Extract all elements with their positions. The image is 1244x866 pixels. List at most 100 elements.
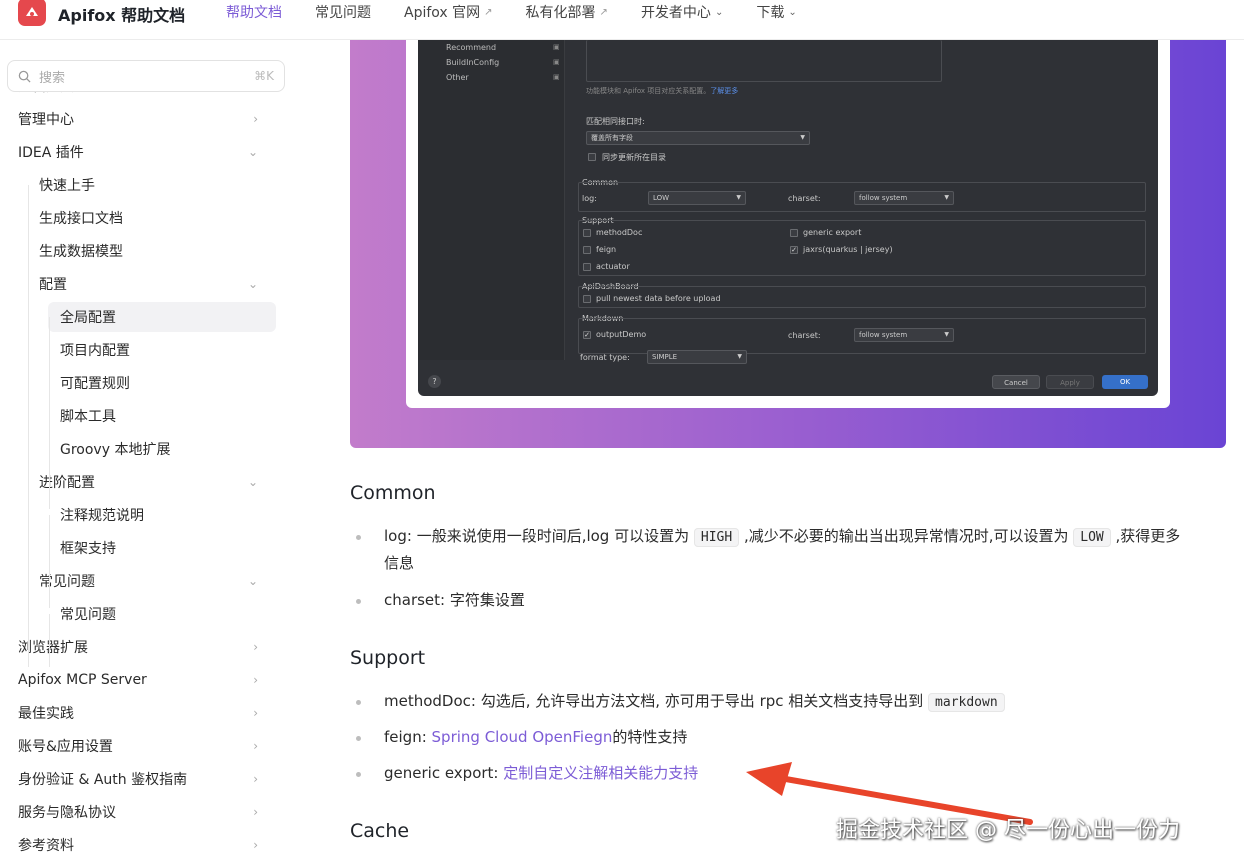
format-type-select: SIMPLE ▼ bbox=[647, 350, 747, 364]
nav-item-0[interactable]: 帮助文档 bbox=[226, 2, 282, 22]
sidebar-item[interactable]: 框架支持 bbox=[60, 533, 258, 563]
inline-code: LOW bbox=[1073, 528, 1111, 547]
chevron-right-icon[interactable]: › bbox=[253, 673, 258, 687]
chevron-right-icon[interactable]: › bbox=[253, 772, 258, 786]
methoddoc-checkbox bbox=[583, 229, 591, 237]
bullet bbox=[356, 772, 361, 777]
sidebar-item-label: 可配置规则 bbox=[60, 376, 130, 392]
search-input[interactable]: 搜索 ⌘K bbox=[7, 60, 285, 92]
common-heading: Common bbox=[350, 482, 436, 504]
dialog-left-item: BuildInConfig bbox=[446, 58, 500, 67]
dialog-apply-button: Apply bbox=[1046, 375, 1094, 389]
sidebar-item-label: 服务与隐私协议 bbox=[18, 805, 116, 821]
sidebar-item[interactable]: 常见问题 ⌄ bbox=[39, 566, 258, 596]
sidebar-item-label: 身份验证 & Auth 鉴权指南 bbox=[18, 772, 188, 788]
bullet bbox=[356, 599, 361, 604]
nav-item-label: 私有化部署 bbox=[525, 5, 596, 21]
sidebar-item[interactable]: 快速上手 bbox=[39, 170, 258, 200]
sidebar-item-label: 项目内配置 bbox=[60, 343, 130, 359]
log-select: LOW ▼ bbox=[648, 191, 746, 205]
sidebar-item-label: 生成数据模型 bbox=[39, 244, 123, 260]
search-shortcut: ⌘K bbox=[254, 69, 274, 83]
sidebar-item[interactable]: 管理中心 › bbox=[18, 104, 258, 134]
grid-icon: ▣ bbox=[553, 73, 560, 81]
nav-item-label: 下载 bbox=[756, 5, 785, 21]
main-nav: 帮助文档 常见问题 Apifox 官网 ↗ 私有化部署 ↗ 开发者中心 ⌄ 下载 ⌄ bbox=[226, 2, 830, 22]
nav-item-3[interactable]: 私有化部署 ↗ bbox=[526, 2, 608, 22]
sidebar-item[interactable]: 配置 ⌄ bbox=[39, 269, 258, 299]
sidebar-item-label: 配置 bbox=[39, 277, 67, 293]
chevron-right-icon[interactable]: › bbox=[253, 112, 258, 126]
sidebar-item[interactable]: 浏览器扩展 › bbox=[18, 632, 258, 662]
custom-annotation-link[interactable]: 定制自定义注解相关能力支持 bbox=[503, 764, 698, 782]
chevron-down-icon[interactable]: ⌄ bbox=[248, 277, 258, 291]
sidebar-item[interactable]: 脚本工具 bbox=[60, 401, 258, 431]
charset-description: charset: 字符集设置 bbox=[384, 591, 525, 609]
sidebar-item[interactable]: 账号&应用设置 › bbox=[18, 731, 258, 761]
sidebar-item[interactable]: 常见问题 bbox=[60, 599, 258, 629]
feign-description: feign: Spring Cloud OpenFiegn的特性支持 bbox=[384, 728, 688, 746]
charset2-label: charset: bbox=[788, 331, 821, 340]
sidebar-item[interactable]: 可配置规则 bbox=[60, 368, 258, 398]
nav-item-5[interactable]: 下载 ⌄ bbox=[756, 2, 796, 22]
chevron-right-icon[interactable]: › bbox=[253, 838, 258, 852]
nav-item-1[interactable]: 常见问题 bbox=[315, 2, 371, 22]
apifox-logo[interactable] bbox=[18, 0, 46, 26]
watermark: 掘金技术社区 @ 尽一份心出一份力 bbox=[836, 818, 1180, 843]
sidebar-item-label: 进阶配置 bbox=[39, 475, 95, 491]
bullet bbox=[356, 535, 361, 540]
chevron-right-icon[interactable]: › bbox=[253, 739, 258, 753]
log-description: log: 一般来说使用一段时间后,log 可以设置为 HIGH ,减少不必要的输… bbox=[384, 527, 1181, 547]
nav-item-label: 开发者中心 bbox=[640, 5, 711, 21]
jaxrs-checkbox: ✓ bbox=[790, 246, 798, 254]
support-heading: Support bbox=[350, 647, 426, 669]
sidebar-item-label: 全局配置 bbox=[60, 310, 116, 326]
chevron-down-icon[interactable]: ⌄ bbox=[248, 574, 258, 588]
sidebar-item-label: 管理中心 bbox=[18, 112, 74, 128]
sidebar-item[interactable]: 进阶配置 ⌄ bbox=[39, 467, 258, 497]
generic-export-label: generic export bbox=[803, 228, 862, 237]
dialog-left-item: Recommend bbox=[446, 43, 497, 52]
sidebar-item[interactable]: 身份验证 & Auth 鉴权指南 › bbox=[18, 764, 258, 794]
sidebar-item-label: 框架支持 bbox=[60, 541, 116, 557]
pull-newest-checkbox bbox=[583, 295, 591, 303]
sidebar-item[interactable]: 参考资料 › bbox=[18, 830, 258, 860]
chevron-right-icon[interactable]: › bbox=[253, 640, 258, 654]
sidebar-item[interactable]: 最佳实践 › bbox=[18, 698, 258, 728]
sidebar-item[interactable]: 生成接口文档 bbox=[39, 203, 258, 233]
chevron-down-icon[interactable]: ⌄ bbox=[248, 475, 258, 489]
dialog-textarea bbox=[586, 40, 942, 82]
methoddoc-description: methodDoc: 勾选后, 允许导出方法文档, 亦可用于导出 rpc 相关文… bbox=[384, 688, 1005, 716]
generic-export-description: generic export: 定制自定义注解相关能力支持 bbox=[384, 764, 699, 782]
sidebar-item[interactable]: 注释规范说明 bbox=[60, 500, 258, 530]
tree-guide-line bbox=[49, 515, 50, 608]
sidebar-item[interactable]: IDEA 插件 ⌄ bbox=[18, 137, 258, 167]
sidebar-item[interactable]: 全局配置 bbox=[48, 302, 276, 332]
bullet bbox=[356, 736, 361, 741]
chevron-right-icon[interactable]: › bbox=[253, 805, 258, 819]
chevron-right-icon[interactable]: › bbox=[253, 706, 258, 720]
chevron-down-icon: ⌄ bbox=[714, 6, 724, 18]
sidebar-item[interactable]: Groovy 本地扩展 bbox=[60, 434, 258, 464]
generic-export-checkbox bbox=[790, 229, 798, 237]
sidebar-item-label: 脚本工具 bbox=[60, 409, 116, 425]
sidebar-item[interactable]: 服务与隐私协议 › bbox=[18, 797, 258, 827]
nav-item-4[interactable]: 开发者中心 ⌄ bbox=[641, 2, 723, 22]
settings-dialog-screenshot: Recommend ▣ BuildInConfig ▣ Other ▣ 功能模块… bbox=[418, 40, 1158, 396]
spring-cloud-openfeign-link[interactable]: Spring Cloud OpenFiegn bbox=[432, 728, 613, 746]
external-link-icon: ↗ bbox=[599, 6, 608, 18]
sidebar-item[interactable]: 生成数据模型 bbox=[39, 236, 258, 266]
chevron-down-icon[interactable]: ⌄ bbox=[248, 145, 258, 159]
sidebar-item[interactable]: 项目内配置 bbox=[60, 335, 258, 365]
brand-title[interactable]: Apifox 帮助文档 bbox=[58, 2, 185, 26]
bullet bbox=[356, 700, 361, 705]
dialog-desc: 功能模块和 Apifox 项目对应关系配置。了解更多 bbox=[586, 87, 739, 95]
output-demo-label: outputDemo bbox=[596, 330, 647, 339]
nav-item-label: 常见问题 bbox=[315, 5, 371, 21]
feign-label: feign bbox=[596, 245, 617, 254]
format-type-label: format type: bbox=[580, 353, 630, 362]
dialog-cancel-button: Cancel bbox=[992, 375, 1040, 389]
sidebar-item[interactable]: Apifox MCP Server › bbox=[18, 665, 258, 695]
chevron-down-icon: ⌄ bbox=[788, 6, 797, 18]
nav-item-2[interactable]: Apifox 官网 ↗ bbox=[404, 2, 493, 22]
